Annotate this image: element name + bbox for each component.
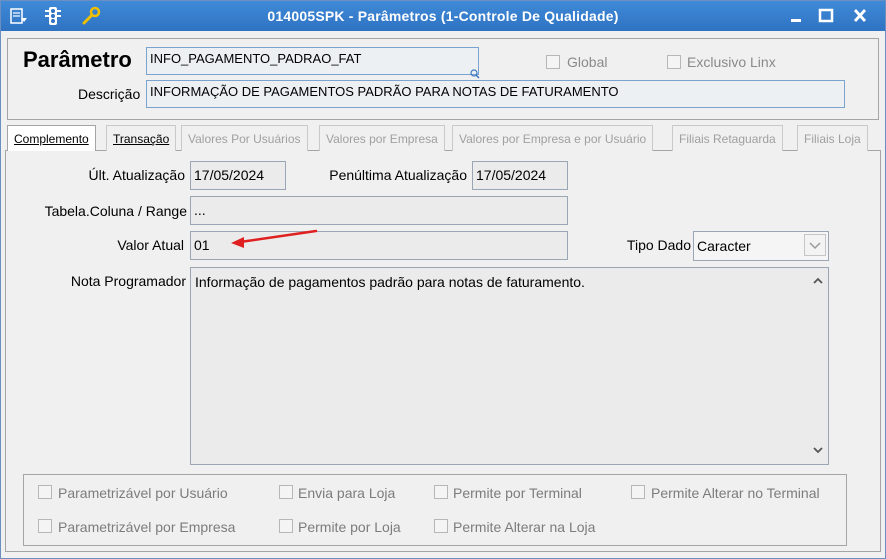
permite-terminal-label: Permite por Terminal (453, 485, 582, 501)
minimize-button[interactable] (783, 5, 809, 27)
exclusivo-linx-checkbox[interactable] (667, 55, 681, 69)
permite-loja-label: Permite por Loja (298, 519, 401, 535)
scroll-down-icon[interactable] (812, 443, 824, 458)
maximize-button[interactable] (813, 5, 839, 27)
parametrizavel-usuario-checkbox[interactable] (38, 485, 52, 499)
parametro-field[interactable]: INFO_PAGAMENTO_PADRAO_FAT (146, 47, 479, 75)
tab-transacao-label: Transação (113, 132, 170, 146)
parameter-header-group: Parâmetro INFO_PAGAMENTO_PADRAO_FAT Glob… (7, 38, 879, 120)
tab-valores-empresa-usuario[interactable]: Valores por Empresa e por Usuário (452, 125, 654, 151)
nota-programador-memo[interactable]: Informação de pagamentos padrão para not… (190, 267, 829, 465)
tab-strip: Complemento Transação Valores Por Usuári… (5, 125, 881, 152)
search-icon[interactable] (470, 67, 480, 79)
tab-filiais-loja[interactable]: Filiais Loja (797, 125, 868, 151)
exclusivo-linx-label: Exclusivo Linx (687, 54, 776, 70)
tab-filiais-retaguarda[interactable]: Filiais Retaguarda (672, 125, 783, 151)
global-checkbox[interactable] (546, 55, 560, 69)
tab-filiais-loja-label: Filiais Loja (804, 132, 861, 146)
permite-loja-checkbox[interactable] (279, 519, 293, 533)
permite-alterar-terminal-checkbox[interactable] (631, 485, 645, 499)
tabela-coluna-field[interactable]: ... (190, 196, 568, 225)
chevron-down-icon[interactable] (804, 234, 826, 256)
tipo-dado-label: Tipo Dado (626, 237, 691, 253)
parametro-label: Parâmetro (23, 47, 132, 72)
penultima-atualizacao-label: Penúltima Atualização (329, 167, 467, 183)
parametrizavel-empresa-checkbox[interactable] (38, 519, 52, 533)
parametrizavel-usuario-label: Parametrizável por Usuário (58, 485, 228, 501)
tab-complemento[interactable]: Complemento (7, 125, 96, 152)
tab-valores-por-empresa[interactable]: Valores por Empresa (319, 125, 445, 151)
memo-scrollbar[interactable] (808, 268, 828, 464)
tab-valores-por-usuarios[interactable]: Valores Por Usuários (181, 125, 308, 151)
descricao-label: Descrição (78, 86, 141, 102)
tab-transacao[interactable]: Transação (106, 125, 177, 151)
descricao-field[interactable]: INFORMAÇÃO DE PAGAMENTOS PADRÃO PARA NOT… (146, 80, 845, 108)
permite-alterar-loja-label: Permite Alterar na Loja (453, 519, 596, 535)
ult-atualizacao-label: Últ. Atualização (88, 167, 186, 183)
tab-complemento-label: Complemento (14, 132, 89, 146)
close-button[interactable] (847, 5, 873, 27)
tabela-coluna-label: Tabela.Coluna / Range (44, 203, 187, 219)
permite-alterar-loja-checkbox[interactable] (434, 519, 448, 533)
envia-loja-checkbox[interactable] (279, 485, 293, 499)
parametrizavel-empresa-label: Parametrizável por Empresa (58, 519, 236, 535)
title-bar: 014005SPK - Parâmetros (1-Controle De Qu… (1, 1, 885, 31)
tab-valores-empresa-usuario-label: Valores por Empresa e por Usuário (459, 132, 647, 146)
tab-filiais-retaguarda-label: Filiais Retaguarda (679, 132, 776, 146)
tab-valores-por-usuarios-label: Valores Por Usuários (188, 132, 301, 146)
scroll-up-icon[interactable] (812, 274, 824, 289)
valor-atual-label: Valor Atual (117, 237, 184, 253)
parametros-window: 014005SPK - Parâmetros (1-Controle De Qu… (0, 0, 886, 559)
tipo-dado-select[interactable]: Caracter (693, 231, 829, 261)
tab-valores-por-empresa-label: Valores por Empresa (326, 132, 438, 146)
tipo-dado-value: Caracter (697, 238, 751, 254)
permite-terminal-checkbox[interactable] (434, 485, 448, 499)
red-arrow-annotation (231, 229, 318, 248)
ult-atualizacao-field[interactable]: 17/05/2024 (190, 161, 286, 190)
nota-programador-text: Informação de pagamentos padrão para not… (195, 274, 585, 290)
envia-loja-label: Envia para Loja (298, 485, 396, 501)
global-label: Global (567, 54, 608, 70)
window-title: 014005SPK - Parâmetros (1-Controle De Qu… (267, 8, 619, 24)
penultima-atualizacao-field[interactable]: 17/05/2024 (472, 161, 568, 190)
permite-alterar-terminal-label: Permite Alterar no Terminal (651, 485, 820, 501)
nota-programador-label: Nota Programador (70, 273, 186, 289)
